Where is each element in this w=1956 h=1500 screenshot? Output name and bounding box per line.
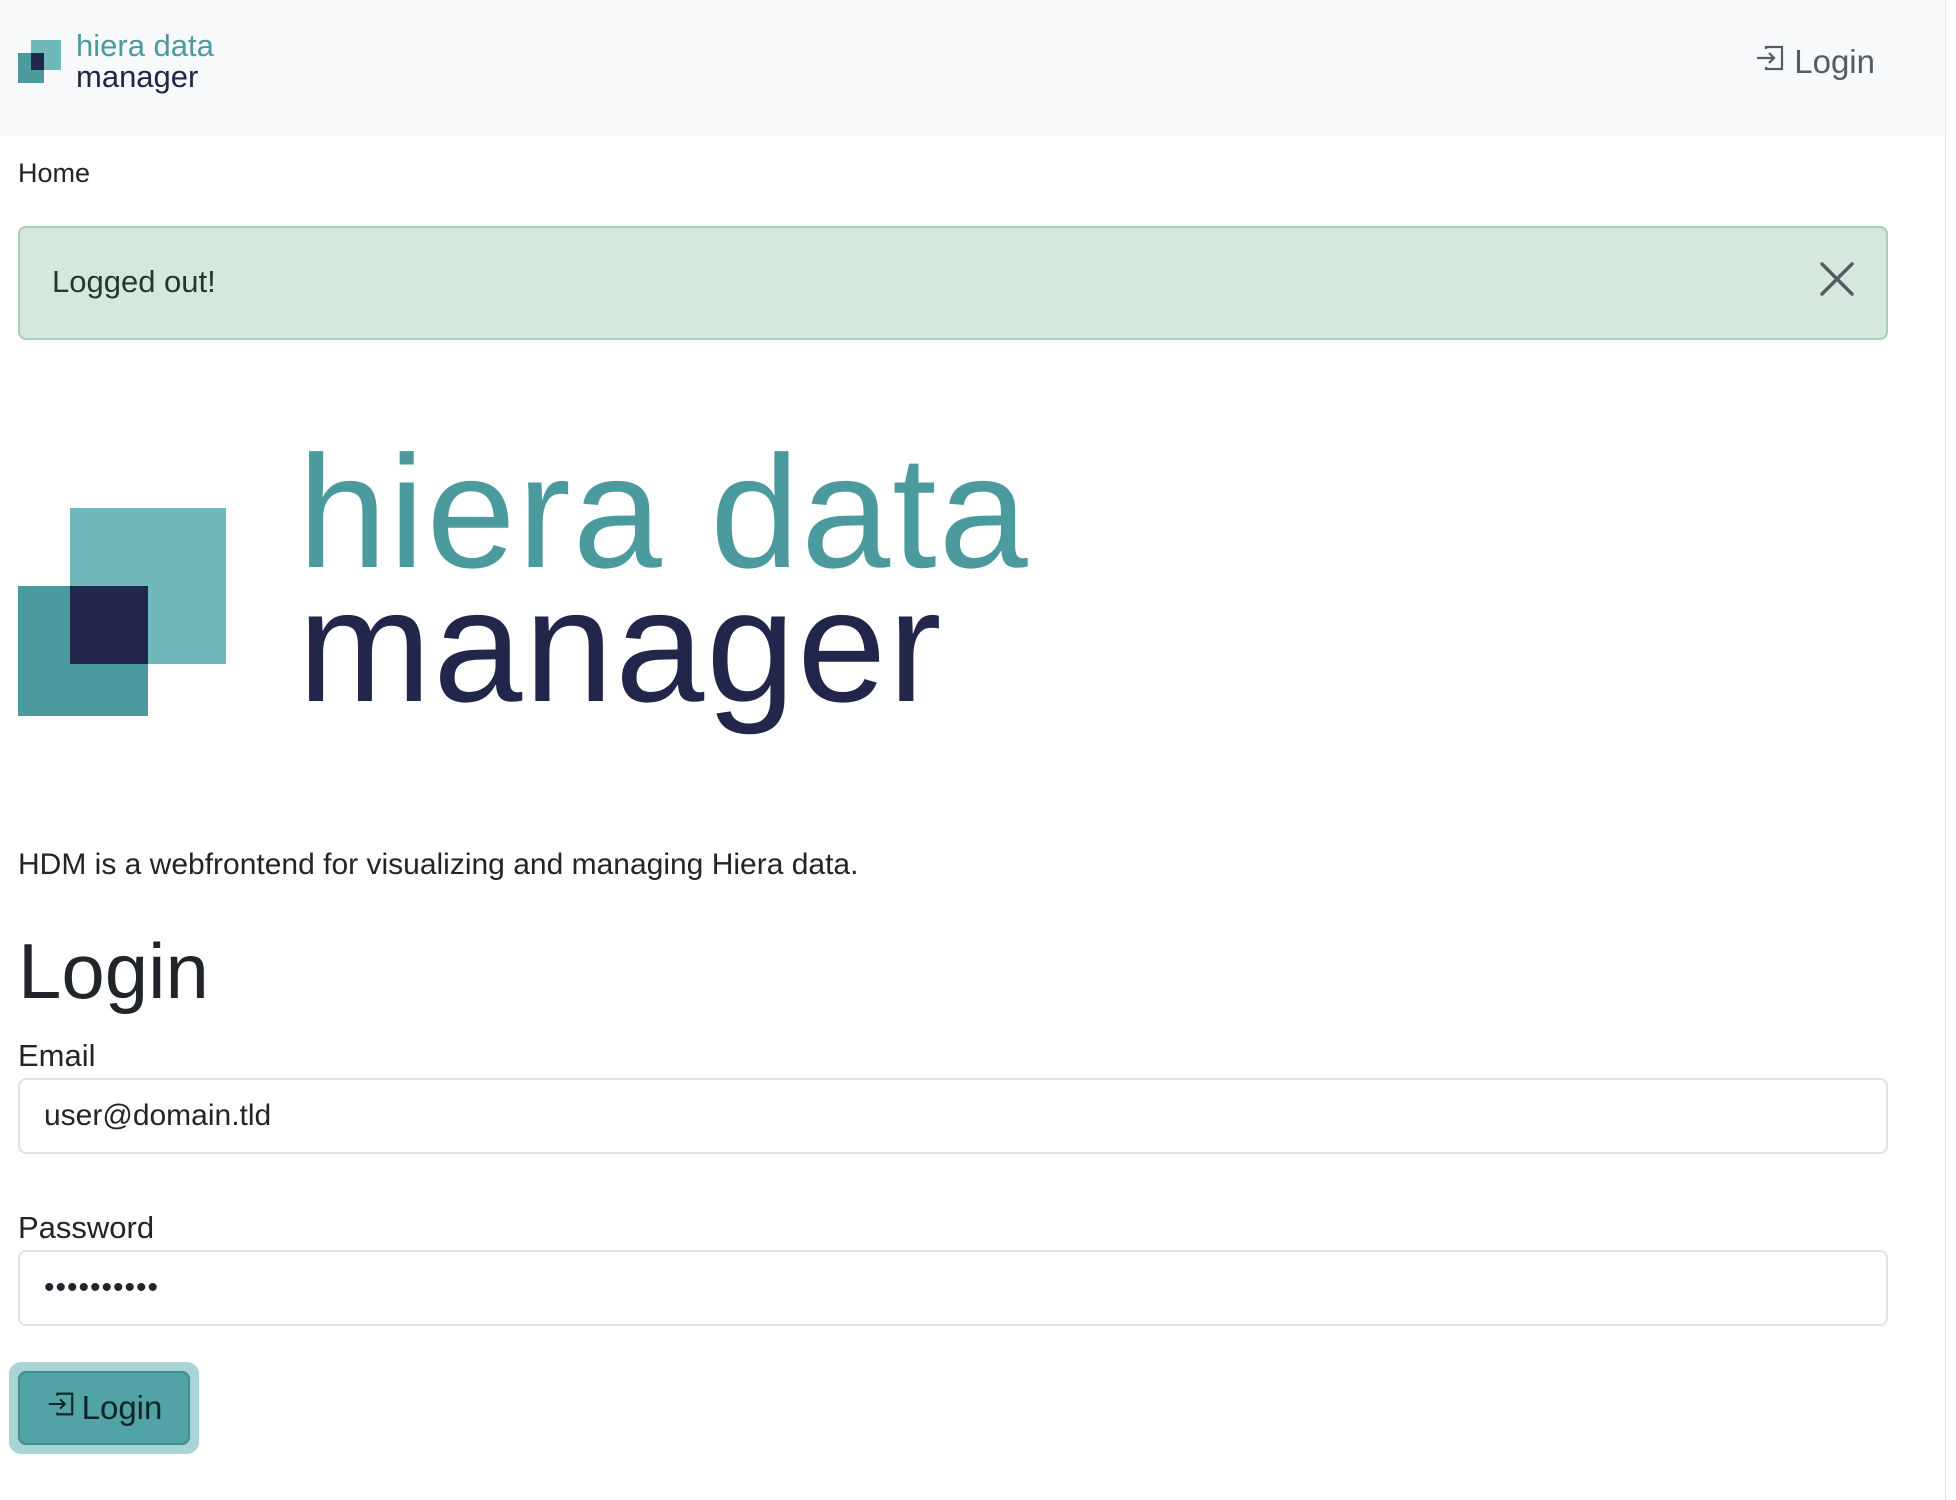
password-field[interactable] bbox=[18, 1250, 1888, 1326]
nav-login-label: Login bbox=[1794, 43, 1875, 80]
app-description: HDM is a webfrontend for visualizing and… bbox=[18, 848, 859, 881]
hdm-logo-mark-icon bbox=[18, 508, 226, 716]
alert-message: Logged out! bbox=[52, 264, 216, 299]
nav-logo-line2: manager bbox=[76, 59, 199, 94]
hero-logo: hiera data manager bbox=[18, 432, 1028, 760]
email-label: Email bbox=[18, 1038, 96, 1073]
nav-logo[interactable]: hiera data manager bbox=[18, 30, 218, 92]
close-icon[interactable] bbox=[1816, 258, 1858, 300]
box-arrow-in-right-icon bbox=[46, 1389, 82, 1427]
nav-logo-line1: hiera data bbox=[76, 28, 214, 63]
password-label: Password bbox=[18, 1210, 155, 1245]
navbar: hiera data manager Login bbox=[0, 0, 1946, 136]
login-heading: Login bbox=[18, 927, 209, 1015]
login-submit-label: Login bbox=[81, 1389, 163, 1426]
login-submit-button[interactable]: Login bbox=[18, 1371, 190, 1445]
scrollbar[interactable] bbox=[1945, 0, 1956, 1500]
hdm-logo-icon bbox=[18, 39, 61, 83]
hero-line2: manager bbox=[298, 556, 944, 735]
nav-logo-wordmark: hiera data manager bbox=[76, 30, 214, 92]
logout-alert: Logged out! bbox=[18, 226, 1888, 340]
nav-login-link[interactable]: Login bbox=[1754, 42, 1875, 82]
breadcrumb-home[interactable]: Home bbox=[18, 158, 90, 189]
email-field[interactable] bbox=[18, 1078, 1888, 1154]
login-button-focus-ring: Login bbox=[9, 1362, 199, 1454]
box-arrow-in-right-icon bbox=[1754, 42, 1794, 82]
